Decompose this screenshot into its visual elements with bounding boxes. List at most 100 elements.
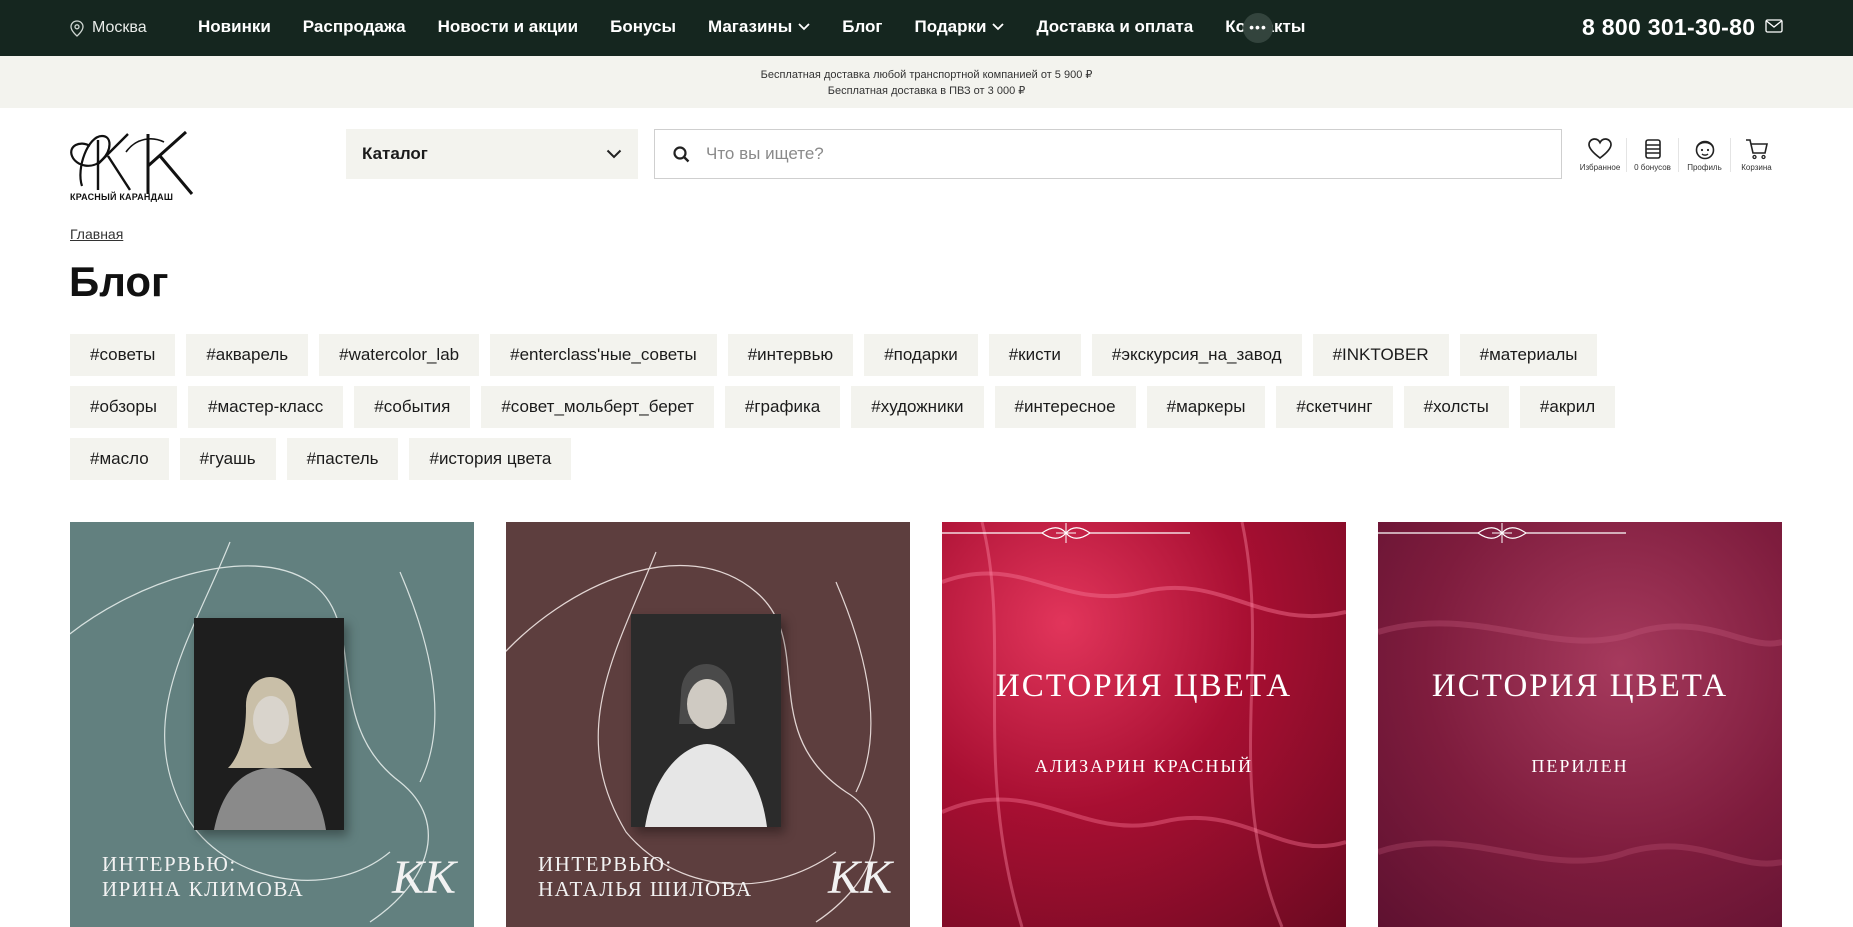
site-logo[interactable]: КРАСНЫЙ КАРАНДАШ [68, 128, 218, 206]
bonuses-button[interactable]: 0 бонусов [1626, 138, 1678, 172]
tag-maslo[interactable]: #масло [70, 438, 169, 480]
search-icon[interactable] [673, 145, 690, 163]
location-pin-icon [70, 19, 84, 37]
cart-label: Корзина [1741, 163, 1772, 172]
promo-line-2: Бесплатная доставка в ПВЗ от 3 000 ₽ [827, 85, 1026, 97]
paint-texture [942, 522, 1346, 927]
card-caption-line2: НАТАЛЬЯ ШИЛОВА [538, 877, 753, 901]
main-nav: Новинки Распродажа Новости и акции Бонус… [198, 17, 1305, 37]
logo-wordmark: КРАСНЫЙ КАРАНДАШ [70, 192, 174, 202]
portrait-photo [631, 614, 781, 827]
mail-icon[interactable] [1765, 19, 1783, 33]
paint-texture [1378, 620, 1782, 867]
ornament-divider [942, 523, 1190, 543]
search-input[interactable] [706, 144, 1506, 164]
nav-item-news[interactable]: Новости и акции [438, 17, 579, 37]
tag-obzory[interactable]: #обзоры [70, 386, 178, 428]
tag-row: #масло #гуашь #пастель #история цвета [70, 438, 1790, 480]
kk-monogram: KK [391, 851, 456, 904]
tag-sovety[interactable]: #советы [70, 334, 176, 376]
tag-pastel[interactable]: #пастель [286, 438, 399, 480]
nav-item-blog[interactable]: Блог [842, 17, 882, 37]
tag-kisti[interactable]: #кисти [988, 334, 1081, 376]
nav-item-stores-label: Магазины [707, 17, 793, 36]
tag-akril[interactable]: #акрил [1519, 386, 1616, 428]
cart-icon [1745, 139, 1768, 160]
card-caption: ИНТЕРВЬЮ: НАТАЛЬЯ ШИЛОВА [538, 852, 752, 902]
nav-item-gifts[interactable]: Подарки [915, 17, 1005, 37]
page-title: Блог [69, 258, 169, 305]
profile-button[interactable]: Профиль [1678, 138, 1730, 172]
blog-tags: #советы #акварель #watercolor_lab #enter… [70, 334, 1790, 490]
tag-row: #советы #акварель #watercolor_lab #enter… [70, 334, 1790, 376]
card-title: ИСТОРИЯ ЦВЕТА [1431, 668, 1729, 704]
bonus-icon [1644, 139, 1661, 159]
city-label: Москва [92, 19, 147, 36]
tag-podarki[interactable]: #подарки [864, 334, 978, 376]
portrait-photo [194, 618, 344, 830]
tag-grafika[interactable]: #графика [724, 386, 841, 428]
tag-markery[interactable]: #маркеры [1146, 386, 1266, 428]
card-caption-line2: ИРИНА КЛИМОВА [102, 877, 305, 901]
tag-row: #обзоры #мастер-класс #события #совет_мо… [70, 386, 1790, 428]
card-subtitle: ПЕРИЛЕН [1531, 756, 1629, 776]
chevron-down-icon [798, 23, 810, 31]
promo-banner: Бесплатная доставка любой транспортной к… [0, 56, 1853, 108]
tag-holsty[interactable]: #холсты [1403, 386, 1509, 428]
nav-item-sale[interactable]: Распродажа [303, 17, 406, 37]
tag-akvarel[interactable]: #акварель [186, 334, 309, 376]
tag-interesnoe[interactable]: #интересное [994, 386, 1136, 428]
tag-guash[interactable]: #гуашь [179, 438, 276, 480]
top-bar: Москва Новинки Распродажа Новости и акци… [0, 0, 1853, 56]
tag-watercolor-lab[interactable]: #watercolor_lab [319, 334, 480, 376]
favorites-button[interactable]: Избранное [1574, 138, 1626, 172]
chevron-down-icon [992, 23, 1005, 31]
woman-portrait-image [194, 618, 344, 830]
nav-item-stores[interactable]: Магазины [708, 17, 810, 37]
woman-portrait-image [631, 614, 781, 827]
nav-item-gifts-label: Подарки [914, 17, 987, 36]
blog-posts: ИНТЕРВЬЮ: ИРИНА КЛИМОВА KK ИНТЕРВЬЮ: НАТ… [70, 522, 1782, 927]
blog-card-alizarin-red[interactable]: ИСТОРИЯ ЦВЕТА АЛИЗАРИН КРАСНЫЙ [942, 522, 1346, 927]
profile-label: Профиль [1687, 163, 1722, 172]
bonuses-label: 0 бонусов [1634, 163, 1671, 172]
tag-sketching[interactable]: #скетчинг [1276, 386, 1393, 428]
favorites-label: Избранное [1579, 163, 1621, 172]
blog-card-perylene[interactable]: ИСТОРИЯ ЦВЕТА ПЕРИЛЕН [1378, 522, 1782, 927]
city-selector[interactable]: Москва [70, 19, 147, 37]
card-title: ИСТОРИЯ ЦВЕТА [995, 668, 1293, 704]
header-icons: Избранное 0 бонусов Профиль Корзина [1574, 138, 1782, 172]
blog-card-interview-klimova[interactable]: ИНТЕРВЬЮ: ИРИНА КЛИМОВА KK [70, 522, 474, 927]
card-caption-line1: ИНТЕРВЬЮ: [538, 852, 673, 876]
tag-sobytiya[interactable]: #события [354, 386, 471, 428]
catalog-dropdown[interactable]: Каталог [346, 129, 638, 179]
card-caption-line1: ИНТЕРВЬЮ: [102, 852, 237, 876]
search-bar [654, 129, 1562, 179]
tag-sovet-molbert[interactable]: #совет_мольберт_берет [481, 386, 714, 428]
tag-ekskursiya[interactable]: #экскурсия_на_завод [1091, 334, 1302, 376]
heart-icon [1588, 138, 1612, 160]
card-caption: ИНТЕРВЬЮ: ИРИНА КЛИМОВА [102, 852, 304, 902]
tag-intervyu[interactable]: #интервью [727, 334, 854, 376]
breadcrumb-home[interactable]: Главная [70, 226, 123, 242]
more-menu-button[interactable]: ••• [1243, 13, 1273, 43]
cart-button[interactable]: Корзина [1730, 138, 1782, 172]
phone-number[interactable]: 8 800 301-30-80 [1582, 14, 1755, 41]
tag-hudozhniki[interactable]: #художники [851, 386, 984, 428]
tag-enterclass[interactable]: #enterclass'ные_советы [490, 334, 717, 376]
tag-master-klass[interactable]: #мастер-класс [188, 386, 344, 428]
tag-istoriya-tsveta[interactable]: #история цвета [409, 438, 572, 480]
blog-card-interview-shilova[interactable]: ИНТЕРВЬЮ: НАТАЛЬЯ ШИЛОВА KK [506, 522, 910, 927]
chevron-down-icon [606, 149, 622, 159]
nav-item-bonuses[interactable]: Бонусы [610, 17, 676, 37]
tag-materialy[interactable]: #материалы [1459, 334, 1598, 376]
card-subtitle: АЛИЗАРИН КРАСНЫЙ [1034, 756, 1254, 776]
promo-line-1: Бесплатная доставка любой транспортной к… [760, 69, 1093, 81]
ornament-divider [1378, 523, 1626, 543]
profile-icon [1695, 140, 1714, 160]
nav-item-new[interactable]: Новинки [198, 17, 271, 37]
catalog-label: Каталог [362, 144, 428, 163]
kk-monogram: KK [827, 851, 892, 904]
nav-item-delivery[interactable]: Доставка и оплата [1036, 17, 1193, 37]
tag-inktober[interactable]: #INKTOBER [1312, 334, 1449, 376]
